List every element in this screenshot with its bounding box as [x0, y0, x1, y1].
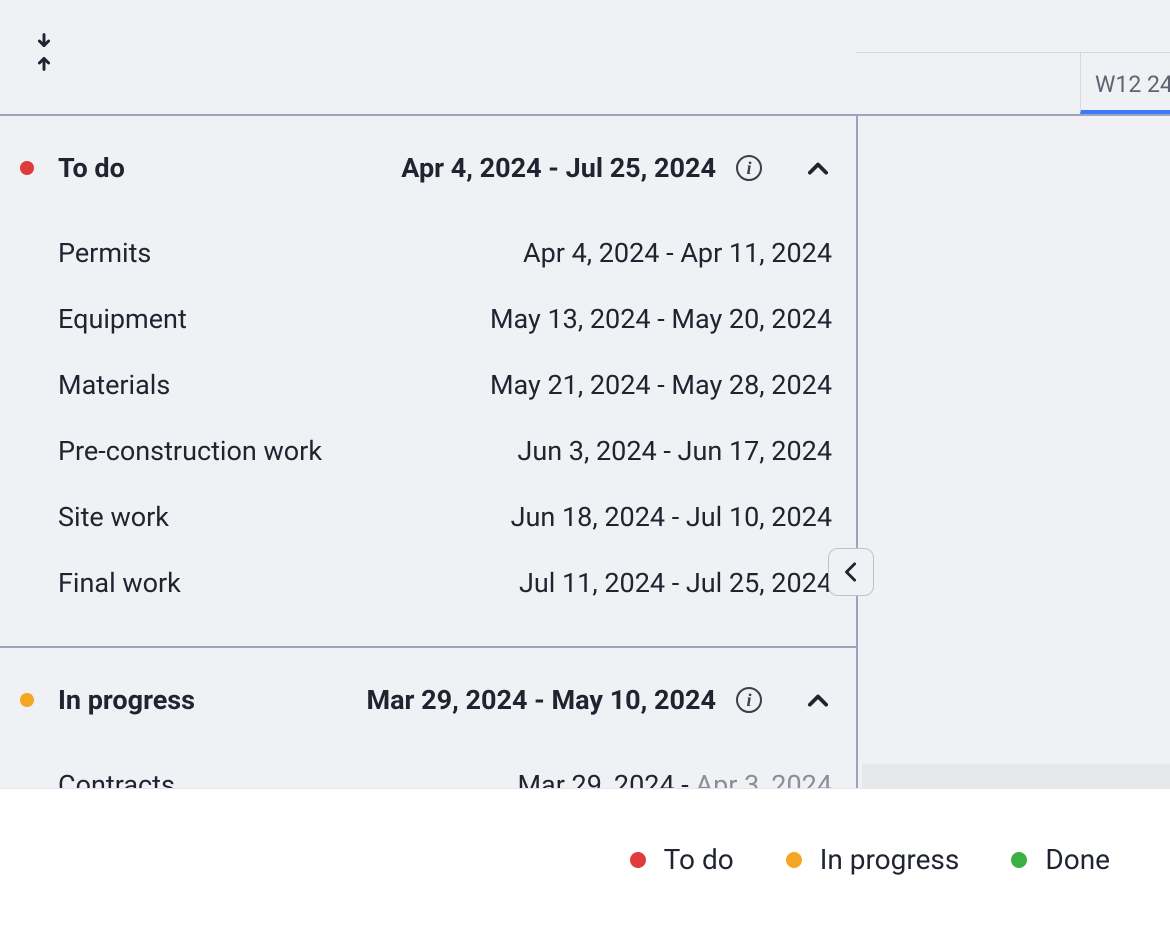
info-icon[interactable]: i	[734, 153, 764, 183]
task-list-pane: To do Apr 4, 2024 - Jul 25, 2024 i Permi…	[0, 116, 856, 788]
legend-label: Done	[1045, 843, 1110, 876]
task-name: Equipment	[58, 303, 187, 335]
group-daterange: Apr 4, 2024 - Jul 25, 2024	[401, 152, 716, 184]
task-dates: May 13, 2024 - May 20, 2024	[490, 303, 832, 335]
group-header-todo[interactable]: To do Apr 4, 2024 - Jul 25, 2024 i	[0, 116, 856, 220]
main: To do Apr 4, 2024 - Jul 25, 2024 i Permi…	[0, 116, 1170, 788]
collapse-rows-button[interactable]	[28, 32, 60, 72]
task-row[interactable]: Final work Jul 11, 2024 - Jul 25, 2024	[0, 550, 856, 616]
legend-dot-icon	[630, 852, 646, 868]
legend-dot-icon	[786, 852, 802, 868]
task-row[interactable]: Equipment May 13, 2024 - May 20, 2024	[0, 286, 856, 352]
task-name: Final work	[58, 567, 181, 599]
group-todo: To do Apr 4, 2024 - Jul 25, 2024 i Permi…	[0, 116, 856, 648]
legend-item-todo: To do	[630, 843, 734, 876]
task-dates: Jul 11, 2024 - Jul 25, 2024	[519, 567, 832, 599]
group-title: To do	[58, 152, 125, 184]
legend-dot-icon	[1011, 852, 1027, 868]
collapse-panel-button[interactable]	[828, 548, 874, 596]
tasks-body-todo: Permits Apr 4, 2024 - Apr 11, 2024 Equip…	[0, 220, 856, 646]
toolbar: W12 24	[0, 0, 1170, 116]
timeline-week-cell[interactable]: W12 24	[1080, 53, 1170, 114]
timeline-week-label: W12 24	[1095, 71, 1170, 98]
chevron-up-icon[interactable]	[804, 154, 832, 182]
chevron-up-icon[interactable]	[804, 686, 832, 714]
task-row[interactable]: Permits Apr 4, 2024 - Apr 11, 2024	[0, 220, 856, 286]
legend-label: In progress	[820, 843, 960, 876]
timeline-header: W12 24	[856, 52, 1170, 116]
task-dates: Jun 3, 2024 - Jun 17, 2024	[517, 435, 832, 467]
task-dates: Jun 18, 2024 - Jul 10, 2024	[511, 501, 832, 533]
gantt-bar-contracts[interactable]	[862, 764, 1170, 788]
gantt-pane[interactable]	[856, 116, 1170, 788]
group-title: In progress	[58, 684, 195, 716]
info-icon[interactable]: i	[734, 685, 764, 715]
legend-item-inprogress: In progress	[786, 843, 960, 876]
task-name: Site work	[58, 501, 169, 533]
group-daterange: Mar 29, 2024 - May 10, 2024	[366, 684, 716, 716]
task-row[interactable]: Materials May 21, 2024 - May 28, 2024	[0, 352, 856, 418]
legend-bar: To do In progress Done	[0, 788, 1170, 930]
legend-item-done: Done	[1011, 843, 1110, 876]
task-name: Pre-construction work	[58, 435, 322, 467]
status-dot-icon	[20, 693, 34, 707]
legend-label: To do	[664, 843, 734, 876]
task-row[interactable]: Site work Jun 18, 2024 - Jul 10, 2024	[0, 484, 856, 550]
group-header-inprogress[interactable]: In progress Mar 29, 2024 - May 10, 2024 …	[0, 648, 856, 752]
status-dot-icon	[20, 161, 34, 175]
task-row[interactable]: Pre-construction work Jun 3, 2024 - Jun …	[0, 418, 856, 484]
task-dates: Apr 4, 2024 - Apr 11, 2024	[523, 237, 832, 269]
task-name: Materials	[58, 369, 170, 401]
task-name: Permits	[58, 237, 151, 269]
task-dates: May 21, 2024 - May 28, 2024	[490, 369, 832, 401]
